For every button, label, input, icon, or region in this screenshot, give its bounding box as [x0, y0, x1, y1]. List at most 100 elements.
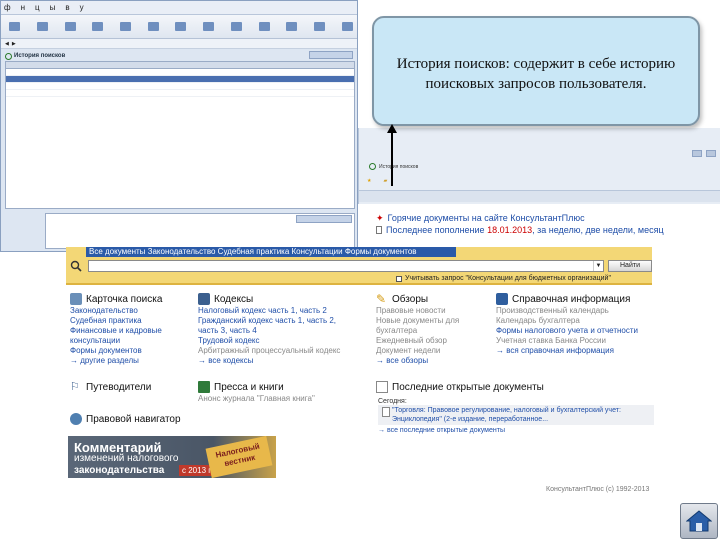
menu-item[interactable]: ы	[50, 3, 56, 12]
link[interactable]: Правовые новости	[376, 306, 486, 316]
table-row[interactable]	[6, 90, 354, 97]
section-title[interactable]: Справочная информация	[512, 294, 630, 305]
link[interactable]: Формы налогового учета и отчетности	[496, 326, 646, 336]
toolbar-button[interactable]	[143, 21, 163, 32]
chevron-right-icon: →	[496, 346, 504, 355]
section-title[interactable]: Пресса и книги	[214, 382, 284, 393]
link[interactable]: Финансовые и кадровые консультации	[70, 326, 190, 346]
link[interactable]: Документ недели	[376, 346, 486, 356]
toolbar-button[interactable]	[60, 21, 80, 32]
cell	[286, 83, 320, 89]
favorites-link[interactable]: ★	[367, 178, 373, 184]
link[interactable]: Новые документы для бухгалтера	[376, 316, 486, 336]
search-button[interactable]: Найти	[608, 260, 652, 272]
toolbar-button[interactable]	[199, 21, 219, 32]
toolbar-button[interactable]	[310, 21, 330, 32]
hot-documents: ✦ Горячие документы на сайте Консультант…	[376, 212, 676, 236]
chevron-right-icon: →	[376, 356, 384, 365]
toolbar-button[interactable]	[227, 21, 247, 32]
restore-button[interactable]	[706, 150, 716, 157]
details-button[interactable]	[296, 215, 352, 223]
budget-checkbox-row[interactable]: Учитывать запрос "Консультации для бюдже…	[396, 275, 611, 282]
search-input[interactable]: ▼	[88, 260, 604, 272]
more-link[interactable]: → вся справочная информация	[496, 346, 646, 356]
toolbar-button[interactable]	[116, 21, 136, 32]
link[interactable]: Формы документов	[70, 346, 190, 356]
link[interactable]: Арбитражный процессуальный кодекс	[198, 346, 358, 356]
cell	[6, 69, 286, 75]
link[interactable]: Налоговый кодекс часть 1, часть 2	[198, 306, 358, 316]
toolbar-button[interactable]	[5, 21, 25, 32]
chevron-down-icon[interactable]: ▼	[593, 261, 603, 271]
section-header[interactable]: ⚐ Путеводители	[70, 380, 190, 394]
search-card-section: Карточка поиска Законодательство Судебна…	[70, 292, 190, 366]
link[interactable]: Учетная ставка Банка России	[496, 336, 646, 346]
chevron-right-icon: →	[70, 356, 78, 365]
search-tabs[interactable]: Все документы Законодательство Судебная …	[86, 247, 456, 257]
section-title[interactable]: Последние открытые документы	[392, 382, 544, 393]
section-title[interactable]: Обзоры	[392, 294, 428, 305]
search-icon[interactable]	[70, 260, 82, 272]
cell	[320, 83, 350, 89]
link[interactable]: Календарь бухгалтера	[496, 316, 646, 326]
more-link[interactable]: → все обзоры	[376, 356, 486, 366]
toolbar-button[interactable]	[254, 21, 274, 32]
table-row[interactable]	[6, 69, 354, 76]
section-header[interactable]: Кодексы	[198, 292, 358, 306]
toolbar-button[interactable]	[282, 21, 302, 32]
section-title[interactable]: Правовой навигатор	[86, 414, 181, 425]
forward-icon[interactable]: ▶	[12, 41, 16, 47]
section-title[interactable]: Карточка поиска	[86, 294, 162, 305]
section-header[interactable]: Справочная информация	[496, 292, 646, 306]
section-header[interactable]: Последние открытые документы	[376, 380, 656, 394]
back-icon[interactable]: ◀	[5, 41, 9, 47]
section-header[interactable]: Правовой навигатор	[70, 412, 230, 426]
minimize-button[interactable]	[692, 150, 702, 157]
link[interactable]: Производственный календарь	[496, 306, 646, 316]
link[interactable]: Трудовой кодекс	[198, 336, 358, 346]
panel-button[interactable]	[309, 51, 353, 59]
hot-docs-link-row[interactable]: ✦ Горячие документы на сайте Консультант…	[376, 212, 676, 224]
history-icon	[5, 52, 12, 60]
toolbar-button[interactable]	[171, 21, 191, 32]
callout-arrow	[387, 124, 397, 186]
link[interactable]: Законодательство	[70, 306, 190, 316]
chevron-right-icon: →	[198, 356, 206, 365]
toolbar-icon	[258, 21, 270, 31]
column-header[interactable]	[320, 62, 350, 68]
menu-item[interactable]: ц	[35, 3, 40, 12]
recent-doc-item[interactable]: "Торговля: Правовое регулирование, налог…	[378, 405, 654, 425]
home-button[interactable]	[680, 503, 718, 539]
table-row[interactable]	[6, 76, 354, 83]
app-window-screenshot: ф н ц ы в у ◀ ▶ История поисков	[0, 0, 358, 252]
section-title[interactable]: Путеводители	[86, 382, 151, 393]
menu-item[interactable]: у	[80, 3, 84, 12]
more-link[interactable]: → все последние открытые документы	[378, 427, 654, 434]
table-row[interactable]	[6, 83, 354, 90]
copyright: КонсультантПлюс (с) 1992-2013	[546, 486, 650, 493]
section-header[interactable]: ✎ Обзоры	[376, 292, 486, 306]
more-link[interactable]: → все кодексы	[198, 356, 358, 366]
menu-item[interactable]: ф	[4, 3, 11, 12]
toolbar	[1, 15, 357, 39]
menu-item[interactable]: в	[65, 3, 69, 12]
last-update-text[interactable]: Последнее пополнение 18.01.2013, за неде…	[386, 225, 664, 235]
toolbar-button[interactable]	[88, 21, 108, 32]
promo-banner[interactable]: Комментарий изменений налогового законод…	[68, 436, 276, 478]
link[interactable]: Анонс журнала "Главная книга"	[198, 394, 358, 404]
recent-today-label: Сегодня:	[378, 398, 407, 405]
link[interactable]: Судебная практика	[70, 316, 190, 326]
more-link[interactable]: → другие разделы	[70, 356, 190, 366]
section-title[interactable]: Кодексы	[214, 294, 253, 305]
link[interactable]: Гражданский кодекс часть 1, часть 2, час…	[198, 316, 358, 336]
link[interactable]: Ежедневный обзор	[376, 336, 486, 346]
toolbar-button[interactable]	[337, 21, 357, 32]
section-header[interactable]: Пресса и книги	[198, 380, 358, 394]
section-header[interactable]: Карточка поиска	[70, 292, 190, 306]
column-header[interactable]	[286, 62, 320, 68]
hot-docs-link[interactable]: Горячие документы на сайте КонсультантПл…	[388, 213, 585, 223]
column-header[interactable]	[6, 62, 286, 68]
checkbox[interactable]	[396, 275, 402, 282]
menu-item[interactable]: н	[21, 3, 25, 12]
toolbar-button[interactable]	[33, 21, 53, 32]
